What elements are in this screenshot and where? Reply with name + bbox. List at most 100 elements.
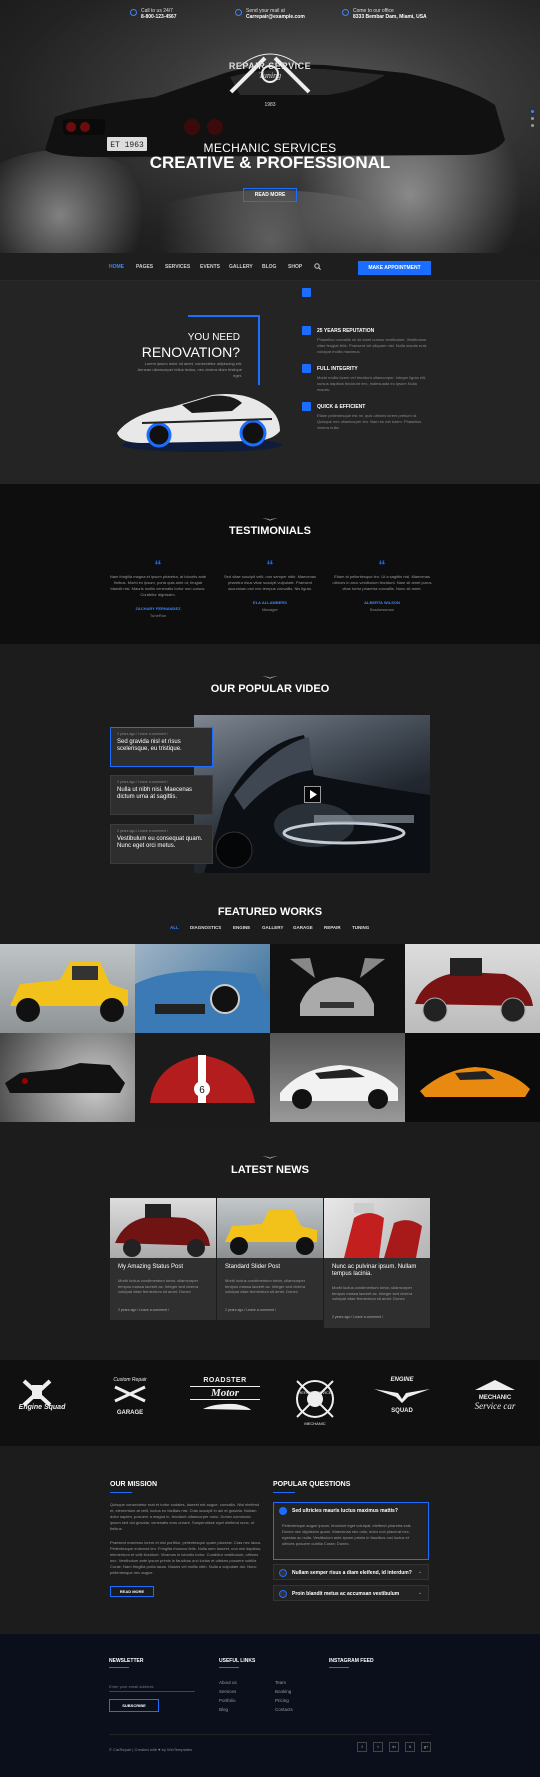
feature-text: Morbi mollis lorem vel tincidunt ullamco… (317, 375, 426, 392)
newsletter-email-input[interactable] (109, 1682, 195, 1692)
faq-question[interactable]: Nullam semper risus a diam eleifend, id … (292, 1570, 412, 1576)
news-card[interactable]: Standard Slider Post Morbi luctus condim… (217, 1198, 323, 1320)
search-icon[interactable] (314, 263, 321, 270)
footer-link[interactable]: Pricing (275, 1698, 289, 1703)
vintage-red-car-image (415, 958, 533, 1023)
gallery-item[interactable] (0, 1033, 135, 1122)
race-number: 6 (199, 1085, 205, 1096)
filter-repair[interactable]: REPAIR (324, 925, 341, 930)
play-button[interactable] (304, 786, 321, 803)
partner-logo[interactable]: REPAIR SERVICE MECHANIC (285, 1377, 345, 1427)
footer-link[interactable]: Contacts (275, 1707, 293, 1712)
mission-read-more-button[interactable]: READ MORE (110, 1586, 154, 1597)
news-card-title[interactable]: Standard Slider Post (225, 1264, 317, 1271)
partner-logo[interactable]: Custom Repair GARAGE (100, 1377, 160, 1427)
filter-gallery[interactable]: GALLERY (262, 925, 283, 930)
feature-text: Phasellus convallis mi sit amet cursus v… (317, 337, 428, 354)
topbar-email[interactable]: Send your mail at Carrepair@example.com (235, 8, 305, 20)
google-plus-icon[interactable]: g+ (421, 1742, 431, 1752)
instagram-icon[interactable]: in (389, 1742, 399, 1752)
slider-dots (531, 110, 534, 131)
gallery-item[interactable] (405, 1033, 540, 1122)
mission-questions-section (0, 1446, 540, 1634)
news-card-title[interactable]: Nunc ac pulvinar ipsum. Nullam tempus la… (332, 1264, 424, 1278)
video-list-item[interactable]: 2 years ago / Leave a comment / Sed grav… (110, 727, 213, 767)
footer-link[interactable]: Booking (275, 1689, 291, 1694)
gallery-item[interactable] (135, 944, 270, 1033)
faq-question[interactable]: Sed ultricies mauris luctus maximus matt… (292, 1508, 398, 1514)
nav-shop[interactable]: SHOP (288, 264, 302, 270)
subscribe-button[interactable]: SUBSCRIBE (109, 1699, 159, 1712)
slider-dot[interactable] (531, 117, 534, 120)
nav-blog[interactable]: BLOG (262, 264, 276, 270)
quote-icon: “ (154, 557, 162, 573)
newsletter-title: NEWSLETTER (109, 1658, 144, 1664)
footer-link[interactable]: Blog (219, 1707, 228, 1712)
renovation-kicker: YOU NEED (187, 332, 240, 343)
slider-dot[interactable] (531, 110, 534, 113)
partner-logo[interactable]: Engine Squad (12, 1377, 72, 1427)
testimonials-title: TESTIMONIALS (229, 525, 311, 537)
filter-diagnostics[interactable]: DIAGNOSTICS (190, 925, 221, 930)
partner-logo[interactable]: ENGINE SQUAD (372, 1377, 432, 1427)
facebook-icon[interactable]: f (357, 1742, 367, 1752)
gallery-item[interactable]: 6 (135, 1033, 270, 1122)
testimonial-role: Businessman (369, 607, 394, 612)
nav-services[interactable]: SERVICES (165, 264, 190, 270)
footer-link[interactable]: Team (275, 1680, 286, 1685)
faq-question[interactable]: Proin blandit metus ac accumsan vestibul… (292, 1591, 399, 1597)
wrench-icon (114, 1385, 146, 1403)
filter-engine[interactable]: ENGINE (233, 925, 250, 930)
questions-title: POPULAR QUESTIONS (273, 1481, 351, 1488)
footer-link[interactable]: Services (219, 1689, 236, 1694)
partner-logo[interactable]: MECHANIC Service car (460, 1377, 530, 1427)
yellow-hotrod-image (10, 962, 128, 1022)
video-meta: 2 years ago / Leave a comment / (117, 829, 168, 833)
news-card[interactable]: Nunc ac pulvinar ipsum. Nullam tempus la… (324, 1198, 430, 1328)
slider-dot[interactable] (531, 124, 534, 127)
read-more-button[interactable]: READ MORE (243, 188, 297, 202)
news-card-meta: 2 years ago / Leave a comment / (332, 1315, 383, 1319)
partner-logo[interactable]: ROADSTER Motor (190, 1377, 260, 1427)
testimonial-name: ZACHARY FERNANDEZ (135, 606, 181, 611)
faq-item[interactable]: Nullam semper risus a diam eleifend, id … (273, 1564, 429, 1580)
video-list-item[interactable]: 2 years ago / Leave a comment / Vestibul… (110, 824, 213, 864)
useful-links-title: USEFUL LINKS (219, 1658, 256, 1664)
filter-garage[interactable]: GARAGE (293, 925, 313, 930)
clock-icon (302, 402, 311, 411)
title-underline (219, 1667, 239, 1668)
renovation-section: YOU NEED RENOVATION? Lorem ipsum dolor s… (0, 281, 540, 484)
make-appointment-button[interactable]: MAKE APPOINTMENT (358, 261, 431, 275)
nav-events[interactable]: EVENTS (200, 264, 220, 270)
news-card-title[interactable]: My Amazing Status Post (118, 1264, 210, 1271)
check-icon (302, 326, 311, 335)
nav-pages[interactable]: PAGES (136, 264, 153, 270)
footer-divider (109, 1734, 431, 1735)
wings-divider-icon (262, 1156, 278, 1159)
gallery-item[interactable] (0, 944, 135, 1033)
gallery-item[interactable] (270, 944, 405, 1033)
phone-icon (130, 9, 137, 16)
filter-all[interactable]: ALL (170, 925, 179, 930)
nav-home[interactable]: HOME (109, 264, 124, 270)
gallery-item[interactable] (405, 944, 540, 1033)
video-list-item[interactable]: 2 years ago / Leave a comment / Nulla ut… (110, 775, 213, 815)
instagram-title: INSTAGRAM FEED (329, 1658, 374, 1664)
nav-gallery[interactable]: GALLERY (229, 264, 253, 270)
renovation-title: RENOVATION? (141, 344, 240, 360)
white-viper-image (280, 1065, 398, 1109)
news-title: LATEST NEWS (230, 1164, 309, 1176)
news-image (217, 1198, 323, 1258)
news-card[interactable]: My Amazing Status Post Morbi luctus cond… (110, 1198, 216, 1320)
testimonial-role: TuneRun (149, 613, 167, 618)
faq-item[interactable]: Proin blandit metus ac accumsan vestibul… (273, 1585, 429, 1601)
footer-link[interactable]: About us (219, 1680, 237, 1685)
copyright-text: © CarRepair | Created with ♥ by WinTempl… (109, 1747, 193, 1752)
faq-item-expanded[interactable]: Sed ultricies mauris luctus maximus matt… (273, 1502, 429, 1560)
gallery-item[interactable] (270, 1033, 405, 1122)
footer-link[interactable]: Portfolio (219, 1698, 236, 1703)
linkedin-icon[interactable]: li (405, 1742, 415, 1752)
testimonial-name: ALBERTA WILSON (364, 600, 400, 605)
twitter-icon[interactable]: t (373, 1742, 383, 1752)
filter-tuning[interactable]: TUNING (352, 925, 369, 930)
